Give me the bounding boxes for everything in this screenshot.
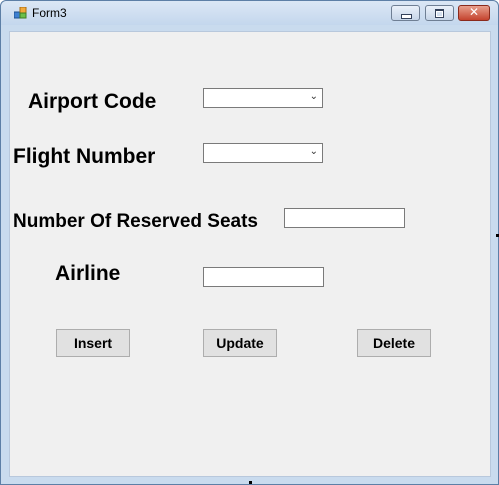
resize-edge-mark <box>249 481 252 484</box>
chevron-down-icon: ⌄ <box>309 146 318 157</box>
form3-window: Form3 ✕ Airport Code ⌄ Flight Number ⌄ N… <box>0 0 499 485</box>
update-button[interactable]: Update <box>203 329 277 357</box>
delete-button[interactable]: Delete <box>357 329 431 357</box>
form-app-icon <box>14 7 27 19</box>
flight-number-label: Flight Number <box>13 145 156 168</box>
airline-label: Airline <box>55 262 121 285</box>
airline-input[interactable] <box>203 267 324 287</box>
maximize-button[interactable] <box>425 5 454 21</box>
form-client-area: Airport Code ⌄ Flight Number ⌄ Number Of… <box>9 31 491 477</box>
reserved-seats-input[interactable] <box>284 208 405 228</box>
flight-number-dropdown[interactable]: ⌄ <box>203 143 323 163</box>
airport-code-dropdown[interactable]: ⌄ <box>203 88 323 108</box>
minimize-icon <box>401 14 412 19</box>
airport-code-label: Airport Code <box>28 90 157 113</box>
maximize-icon <box>435 9 444 18</box>
insert-button[interactable]: Insert <box>56 329 130 357</box>
minimize-button[interactable] <box>391 5 420 21</box>
title-bar[interactable]: Form3 ✕ <box>1 1 498 25</box>
close-button[interactable]: ✕ <box>458 5 490 21</box>
chevron-down-icon: ⌄ <box>309 91 318 102</box>
window-title: Form3 <box>32 6 67 20</box>
reserved-seats-label: Number Of Reserved Seats <box>13 211 258 232</box>
close-icon: ✕ <box>468 5 480 19</box>
